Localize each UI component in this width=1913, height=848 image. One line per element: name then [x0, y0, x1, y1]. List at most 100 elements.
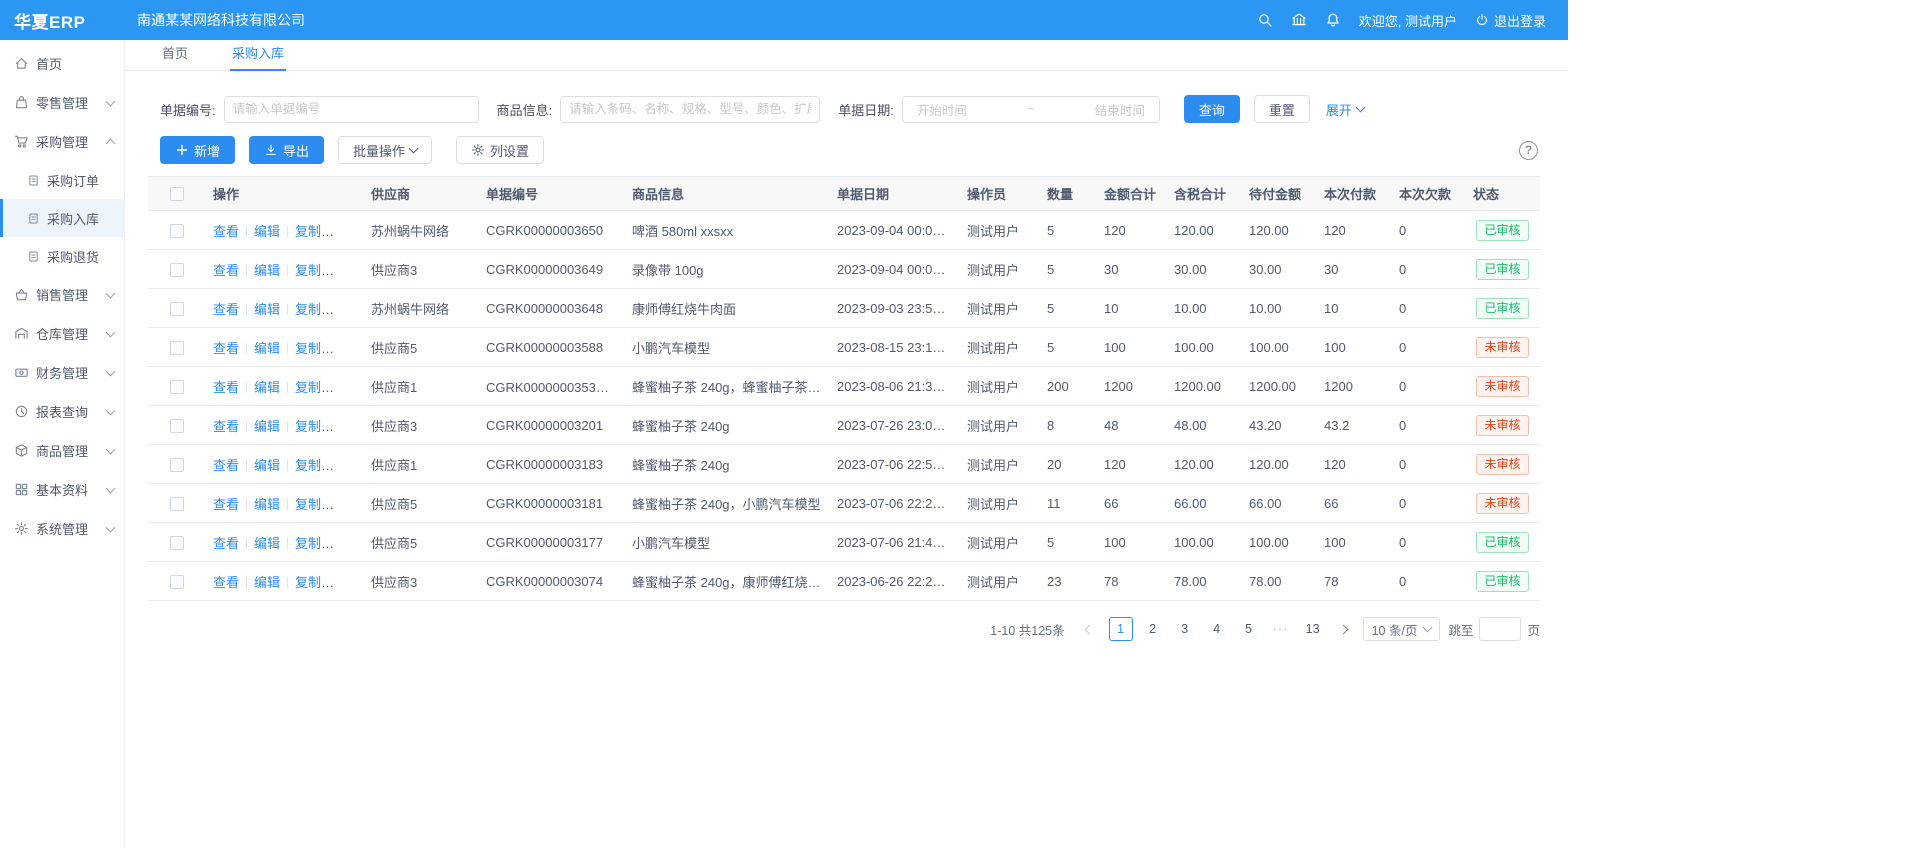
- view-link[interactable]: 查看: [213, 380, 239, 395]
- logout-button[interactable]: 退出登录: [1475, 11, 1546, 30]
- delete-link[interactable]: 删除: [336, 536, 362, 551]
- copy-link[interactable]: 复制: [295, 302, 334, 317]
- table-row: 查看编辑复制删除 苏州蜗牛网络 CGRK00000003648 康师傅红烧牛肉面…: [148, 289, 1540, 328]
- jump-page-input[interactable]: [1479, 617, 1521, 641]
- row-checkbox[interactable]: [170, 536, 184, 550]
- row-checkbox[interactable]: [170, 497, 184, 511]
- sidebar-item[interactable]: 采购退货: [0, 237, 124, 275]
- copy-link[interactable]: 复制: [295, 458, 334, 473]
- delete-link[interactable]: 删除: [336, 419, 362, 434]
- view-link[interactable]: 查看: [213, 458, 239, 473]
- row-checkbox[interactable]: [170, 302, 184, 316]
- finance-icon: [14, 365, 29, 380]
- row-checkbox[interactable]: [170, 419, 184, 433]
- next-page-button[interactable]: [1333, 617, 1355, 641]
- cell-supplier: 苏州蜗牛网络: [363, 211, 478, 250]
- tab[interactable]: 采购入库: [230, 37, 286, 71]
- date-range-input[interactable]: 开始时间 ~ 结束时间: [902, 96, 1160, 123]
- column-header: 含税合计: [1166, 177, 1241, 211]
- export-button[interactable]: 导出: [249, 136, 324, 164]
- edit-link[interactable]: 编辑: [254, 575, 280, 590]
- reset-button[interactable]: 重置: [1254, 95, 1310, 123]
- page-button[interactable]: ···: [1269, 617, 1293, 641]
- edit-link[interactable]: 编辑: [254, 263, 280, 278]
- edit-link[interactable]: 编辑: [254, 458, 280, 473]
- copy-link[interactable]: 复制: [295, 380, 334, 395]
- row-checkbox[interactable]: [170, 575, 184, 589]
- copy-link[interactable]: 复制: [295, 224, 334, 239]
- sidebar-item[interactable]: 采购入库: [0, 199, 124, 237]
- order-no-input[interactable]: [224, 96, 479, 123]
- sidebar-item[interactable]: 采购管理: [0, 122, 124, 161]
- view-link[interactable]: 查看: [213, 575, 239, 590]
- delete-link[interactable]: 删除: [336, 575, 362, 590]
- product-info-input[interactable]: [560, 96, 820, 123]
- help-button[interactable]: ?: [1519, 141, 1538, 160]
- row-checkbox[interactable]: [170, 263, 184, 277]
- delete-link[interactable]: 删除: [336, 224, 362, 239]
- row-checkbox[interactable]: [170, 380, 184, 394]
- tab[interactable]: 首页: [160, 37, 190, 71]
- delete-link[interactable]: 删除: [336, 458, 362, 473]
- add-button[interactable]: 新增: [160, 136, 235, 164]
- sidebar-item[interactable]: 销售管理: [0, 275, 124, 314]
- edit-link[interactable]: 编辑: [254, 341, 280, 356]
- sidebar-item[interactable]: 商品管理: [0, 431, 124, 470]
- sidebar-item[interactable]: 财务管理: [0, 353, 124, 392]
- delete-link[interactable]: 删除: [336, 380, 362, 395]
- view-link[interactable]: 查看: [213, 302, 239, 317]
- edit-link[interactable]: 编辑: [254, 224, 280, 239]
- delete-link[interactable]: 删除: [336, 302, 362, 317]
- view-link[interactable]: 查看: [213, 224, 239, 239]
- view-link[interactable]: 查看: [213, 536, 239, 551]
- page-button[interactable]: 2: [1141, 617, 1165, 641]
- cell-amount-due: 120.00: [1241, 445, 1316, 484]
- cell-supplier: 供应商1: [363, 367, 478, 406]
- batch-actions-button[interactable]: 批量操作: [338, 136, 432, 164]
- page-button[interactable]: 5: [1237, 617, 1261, 641]
- sidebar-item[interactable]: 基本资料: [0, 470, 124, 509]
- page-button[interactable]: 4: [1205, 617, 1229, 641]
- sidebar-item[interactable]: 采购订单: [0, 161, 124, 199]
- page-button[interactable]: 1: [1109, 617, 1133, 641]
- page-button[interactable]: 3: [1173, 617, 1197, 641]
- sidebar-item[interactable]: 仓库管理: [0, 314, 124, 353]
- sidebar-item[interactable]: 系统管理: [0, 509, 124, 548]
- page-button[interactable]: 13: [1301, 617, 1325, 641]
- view-link[interactable]: 查看: [213, 341, 239, 356]
- copy-link[interactable]: 复制: [295, 341, 334, 356]
- copy-link[interactable]: 复制: [295, 419, 334, 434]
- cell-product-info: 蜂蜜柚子茶 240g，康师傅红烧牛肉...: [624, 562, 829, 601]
- bell-icon[interactable]: [1325, 12, 1341, 28]
- delete-link[interactable]: 删除: [336, 341, 362, 356]
- building-icon[interactable]: [1291, 12, 1307, 28]
- edit-link[interactable]: 编辑: [254, 497, 280, 512]
- sidebar-item[interactable]: 零售管理: [0, 83, 124, 122]
- search-button[interactable]: 查询: [1184, 95, 1240, 123]
- row-checkbox[interactable]: [170, 458, 184, 472]
- view-link[interactable]: 查看: [213, 419, 239, 434]
- select-all-checkbox[interactable]: [170, 187, 184, 201]
- sidebar-item[interactable]: 报表查询: [0, 392, 124, 431]
- view-link[interactable]: 查看: [213, 497, 239, 512]
- row-checkbox[interactable]: [170, 224, 184, 238]
- copy-link[interactable]: 复制: [295, 263, 334, 278]
- page-size-select[interactable]: 10 条/页: [1363, 617, 1441, 641]
- cell-product-info: 蜂蜜柚子茶 240g: [624, 445, 829, 484]
- edit-link[interactable]: 编辑: [254, 536, 280, 551]
- search-icon[interactable]: [1257, 12, 1273, 28]
- delete-link[interactable]: 删除: [336, 497, 362, 512]
- edit-link[interactable]: 编辑: [254, 380, 280, 395]
- copy-link[interactable]: 复制: [295, 536, 334, 551]
- prev-page-button[interactable]: [1079, 617, 1101, 641]
- expand-link[interactable]: 展开: [1326, 100, 1364, 119]
- view-link[interactable]: 查看: [213, 263, 239, 278]
- column-settings-button[interactable]: 列设置: [456, 136, 544, 164]
- row-checkbox[interactable]: [170, 341, 184, 355]
- sidebar-item[interactable]: 首页: [0, 44, 124, 83]
- delete-link[interactable]: 删除: [336, 263, 362, 278]
- copy-link[interactable]: 复制: [295, 575, 334, 590]
- edit-link[interactable]: 编辑: [254, 419, 280, 434]
- edit-link[interactable]: 编辑: [254, 302, 280, 317]
- copy-link[interactable]: 复制: [295, 497, 334, 512]
